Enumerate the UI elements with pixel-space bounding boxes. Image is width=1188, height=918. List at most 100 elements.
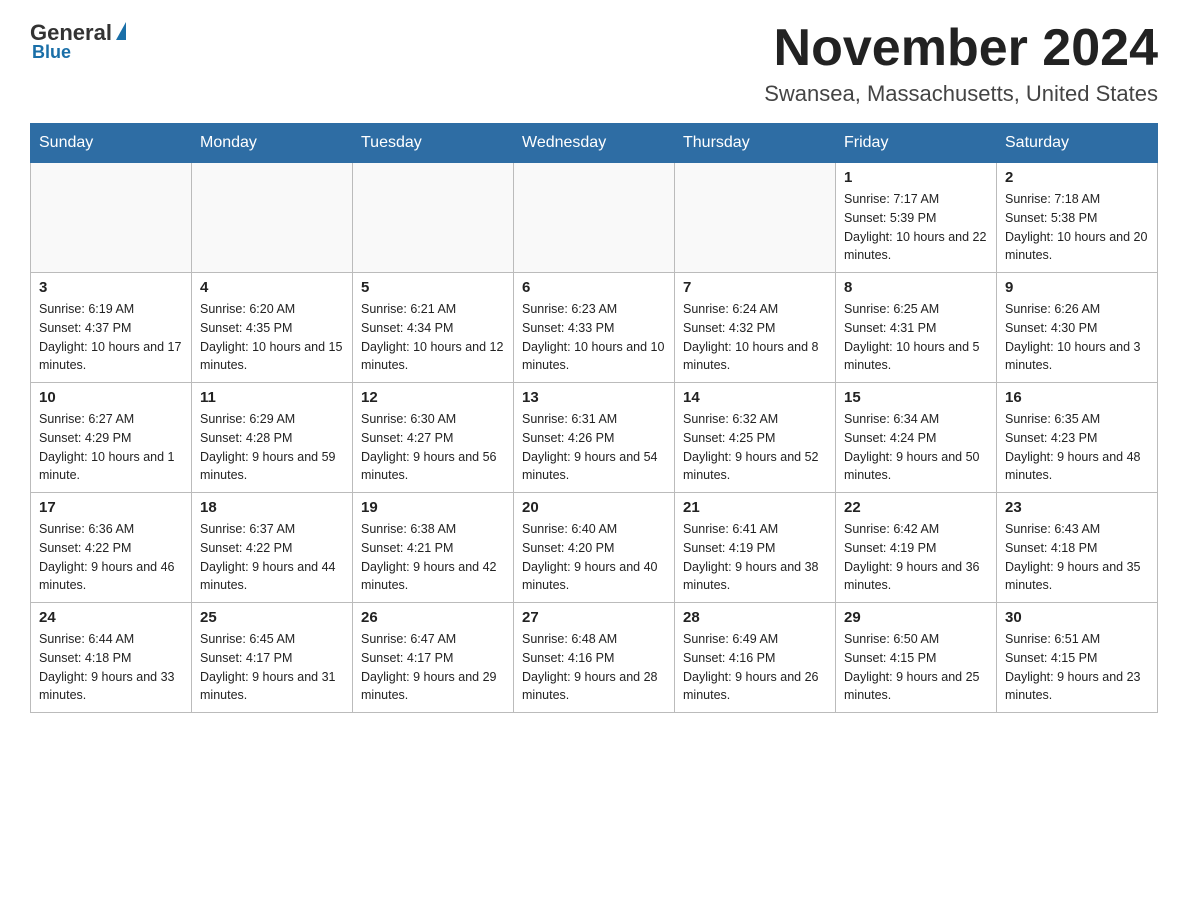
calendar-cell: 12Sunrise: 6:30 AM Sunset: 4:27 PM Dayli… [353, 383, 514, 493]
day-info: Sunrise: 6:24 AM Sunset: 4:32 PM Dayligh… [683, 300, 827, 375]
calendar-week-row: 10Sunrise: 6:27 AM Sunset: 4:29 PM Dayli… [31, 383, 1158, 493]
day-number: 20 [522, 499, 666, 516]
calendar-cell: 21 Sunrise: 6:41 AM Sunset: 4:19 PM Dayli… [675, 493, 836, 603]
day-info: Sunrise: 6:20 AM Sunset: 4:35 PM Dayligh… [200, 300, 344, 375]
day-info: Sunrise: 6:38 AM Sunset: 4:21 PM Dayligh… [361, 520, 505, 595]
calendar-cell: 11 Sunrise: 6:29 AM Sunset: 4:28 PM Dayli… [192, 383, 353, 493]
day-info: Sunrise: 6:32 AM Sunset: 4:25 PM Dayligh… [683, 410, 827, 485]
calendar-cell: 22Sunrise: 6:42 AM Sunset: 4:19 PM Dayli… [836, 493, 997, 603]
day-info: Sunrise: 6:40 AM Sunset: 4:20 PM Dayligh… [522, 520, 666, 595]
day-info: Sunrise: 6:42 AM Sunset: 4:19 PM Dayligh… [844, 520, 988, 595]
day-info: Sunrise: 6:51 AM Sunset: 4:15 PM Dayligh… [1005, 630, 1149, 705]
calendar-week-row: 17 Sunrise: 6:36 AM Sunset: 4:22 PM Dayli… [31, 493, 1158, 603]
calendar-cell: 19 Sunrise: 6:38 AM Sunset: 4:21 PM Dayli… [353, 493, 514, 603]
day-info: Sunrise: 6:29 AM Sunset: 4:28 PM Dayligh… [200, 410, 344, 485]
day-info: Sunrise: 6:31 AM Sunset: 4:26 PM Dayligh… [522, 410, 666, 485]
day-info: Sunrise: 6:23 AM Sunset: 4:33 PM Dayligh… [522, 300, 666, 375]
weekday-header-wednesday: Wednesday [514, 124, 675, 163]
day-number: 25 [200, 609, 344, 626]
calendar-cell: 27Sunrise: 6:48 AM Sunset: 4:16 PM Dayli… [514, 603, 675, 713]
weekday-header-tuesday: Tuesday [353, 124, 514, 163]
day-info: Sunrise: 6:35 AM Sunset: 4:23 PM Dayligh… [1005, 410, 1149, 485]
calendar-cell: 18 Sunrise: 6:37 AM Sunset: 4:22 PM Dayli… [192, 493, 353, 603]
calendar-cell [353, 163, 514, 273]
calendar-cell: 25 Sunrise: 6:45 AM Sunset: 4:17 PM Dayli… [192, 603, 353, 713]
calendar-cell: 15 Sunrise: 6:34 AM Sunset: 4:24 PM Dayli… [836, 383, 997, 493]
calendar-cell: 20 Sunrise: 6:40 AM Sunset: 4:20 PM Dayli… [514, 493, 675, 603]
day-number: 17 [39, 499, 183, 516]
day-info: Sunrise: 6:49 AM Sunset: 4:16 PM Dayligh… [683, 630, 827, 705]
day-number: 4 [200, 279, 344, 296]
day-number: 18 [200, 499, 344, 516]
day-info: Sunrise: 6:34 AM Sunset: 4:24 PM Dayligh… [844, 410, 988, 485]
day-info: Sunrise: 6:21 AM Sunset: 4:34 PM Dayligh… [361, 300, 505, 375]
calendar-cell: 3Sunrise: 6:19 AM Sunset: 4:37 PM Daylig… [31, 273, 192, 383]
day-number: 2 [1005, 169, 1149, 186]
calendar-cell: 8Sunrise: 6:25 AM Sunset: 4:31 PM Daylig… [836, 273, 997, 383]
calendar-cell: 30 Sunrise: 6:51 AM Sunset: 4:15 PM Dayli… [997, 603, 1158, 713]
day-number: 9 [1005, 279, 1149, 296]
weekday-header-friday: Friday [836, 124, 997, 163]
day-info: Sunrise: 6:45 AM Sunset: 4:17 PM Dayligh… [200, 630, 344, 705]
day-info: Sunrise: 6:41 AM Sunset: 4:19 PM Dayligh… [683, 520, 827, 595]
day-info: Sunrise: 6:50 AM Sunset: 4:15 PM Dayligh… [844, 630, 988, 705]
weekday-header-saturday: Saturday [997, 124, 1158, 163]
day-number: 30 [1005, 609, 1149, 626]
calendar-cell: 23Sunrise: 6:43 AM Sunset: 4:18 PM Dayli… [997, 493, 1158, 603]
calendar-table: SundayMondayTuesdayWednesdayThursdayFrid… [30, 123, 1158, 713]
day-info: Sunrise: 7:18 AM Sunset: 5:38 PM Dayligh… [1005, 190, 1149, 265]
day-number: 19 [361, 499, 505, 516]
day-number: 13 [522, 389, 666, 406]
day-info: Sunrise: 6:36 AM Sunset: 4:22 PM Dayligh… [39, 520, 183, 595]
day-number: 15 [844, 389, 988, 406]
day-info: Sunrise: 6:27 AM Sunset: 4:29 PM Dayligh… [39, 410, 183, 485]
logo-triangle-icon [116, 22, 126, 40]
page-header: General Blue November 2024 Swansea, Mass… [30, 20, 1158, 107]
calendar-cell: 26Sunrise: 6:47 AM Sunset: 4:17 PM Dayli… [353, 603, 514, 713]
day-number: 12 [361, 389, 505, 406]
day-info: Sunrise: 6:19 AM Sunset: 4:37 PM Dayligh… [39, 300, 183, 375]
day-number: 7 [683, 279, 827, 296]
calendar-week-row: 24Sunrise: 6:44 AM Sunset: 4:18 PM Dayli… [31, 603, 1158, 713]
day-info: Sunrise: 6:48 AM Sunset: 4:16 PM Dayligh… [522, 630, 666, 705]
calendar-cell: 4 Sunrise: 6:20 AM Sunset: 4:35 PM Daylig… [192, 273, 353, 383]
day-info: Sunrise: 6:43 AM Sunset: 4:18 PM Dayligh… [1005, 520, 1149, 595]
calendar-cell [192, 163, 353, 273]
calendar-cell [514, 163, 675, 273]
day-number: 1 [844, 169, 988, 186]
calendar-cell [675, 163, 836, 273]
day-info: Sunrise: 7:17 AM Sunset: 5:39 PM Dayligh… [844, 190, 988, 265]
day-number: 11 [200, 389, 344, 406]
day-number: 16 [1005, 389, 1149, 406]
day-number: 28 [683, 609, 827, 626]
calendar-cell: 1 Sunrise: 7:17 AM Sunset: 5:39 PM Daylig… [836, 163, 997, 273]
calendar-cell: 5 Sunrise: 6:21 AM Sunset: 4:34 PM Daylig… [353, 273, 514, 383]
title-area: November 2024 Swansea, Massachusetts, Un… [764, 20, 1158, 107]
day-number: 8 [844, 279, 988, 296]
calendar-cell: 10Sunrise: 6:27 AM Sunset: 4:29 PM Dayli… [31, 383, 192, 493]
calendar-cell: 6 Sunrise: 6:23 AM Sunset: 4:33 PM Daylig… [514, 273, 675, 383]
weekday-header-row: SundayMondayTuesdayWednesdayThursdayFrid… [31, 124, 1158, 163]
calendar-cell: 24Sunrise: 6:44 AM Sunset: 4:18 PM Dayli… [31, 603, 192, 713]
logo: General Blue [30, 20, 126, 63]
weekday-header-thursday: Thursday [675, 124, 836, 163]
calendar-cell: 2 Sunrise: 7:18 AM Sunset: 5:38 PM Daylig… [997, 163, 1158, 273]
day-number: 24 [39, 609, 183, 626]
day-info: Sunrise: 6:37 AM Sunset: 4:22 PM Dayligh… [200, 520, 344, 595]
calendar-cell: 9Sunrise: 6:26 AM Sunset: 4:30 PM Daylig… [997, 273, 1158, 383]
calendar-cell: 13 Sunrise: 6:31 AM Sunset: 4:26 PM Dayli… [514, 383, 675, 493]
day-number: 6 [522, 279, 666, 296]
day-number: 5 [361, 279, 505, 296]
calendar-cell: 17 Sunrise: 6:36 AM Sunset: 4:22 PM Dayli… [31, 493, 192, 603]
day-number: 14 [683, 389, 827, 406]
calendar-cell: 16 Sunrise: 6:35 AM Sunset: 4:23 PM Dayli… [997, 383, 1158, 493]
calendar-cell: 28 Sunrise: 6:49 AM Sunset: 4:16 PM Dayli… [675, 603, 836, 713]
calendar-cell [31, 163, 192, 273]
day-number: 21 [683, 499, 827, 516]
calendar-cell: 7 Sunrise: 6:24 AM Sunset: 4:32 PM Daylig… [675, 273, 836, 383]
weekday-header-sunday: Sunday [31, 124, 192, 163]
calendar-cell: 14 Sunrise: 6:32 AM Sunset: 4:25 PM Dayli… [675, 383, 836, 493]
calendar-cell: 29Sunrise: 6:50 AM Sunset: 4:15 PM Dayli… [836, 603, 997, 713]
calendar-week-row: 1 Sunrise: 7:17 AM Sunset: 5:39 PM Daylig… [31, 163, 1158, 273]
weekday-header-monday: Monday [192, 124, 353, 163]
